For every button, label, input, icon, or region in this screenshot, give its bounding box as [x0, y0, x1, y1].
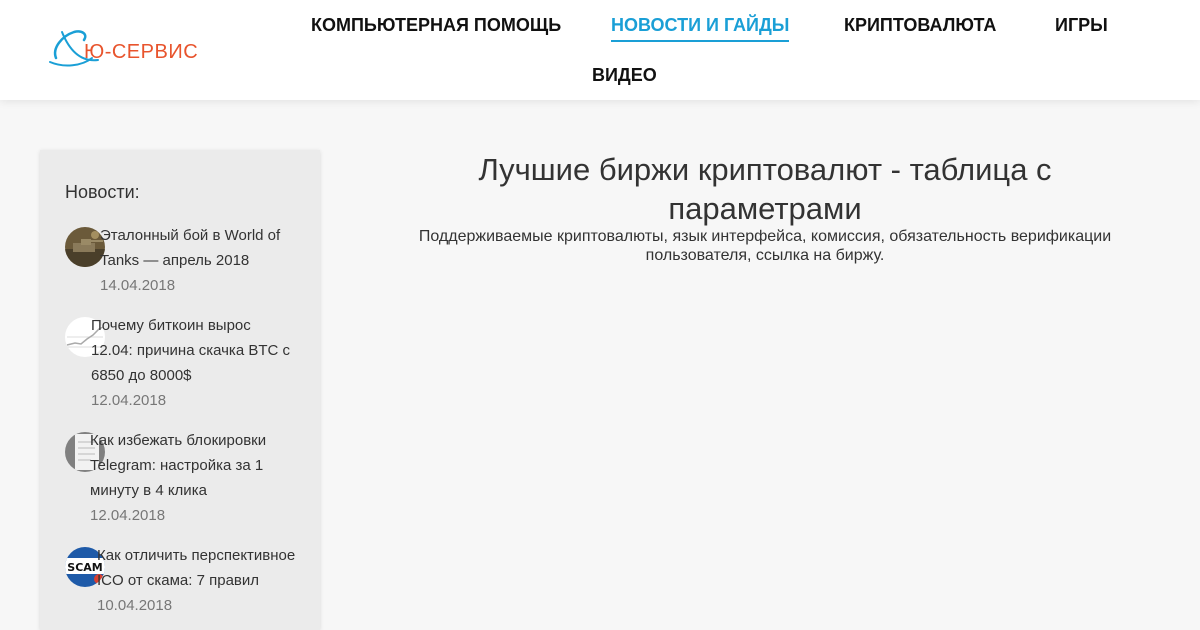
- tank-thumbnail-icon: [65, 227, 105, 267]
- nav-games[interactable]: ИГРЫ: [1055, 15, 1108, 36]
- news-item-date: 10.04.2018: [97, 597, 173, 614]
- nav-cryptocurrency[interactable]: КРИПТОВАЛЮТА: [844, 15, 996, 36]
- page-subtitle: Поддерживаемые криптовалюты, язык интерф…: [418, 228, 1112, 264]
- news-item-date: 12.04.2018: [90, 507, 166, 524]
- nav-computer-help[interactable]: КОМПЬЮТЕРНАЯ ПОМОЩЬ: [311, 15, 561, 36]
- sidebar-title: Новости:: [65, 182, 140, 202]
- nav-video[interactable]: ВИДЕО: [592, 65, 657, 86]
- site-header: Ю-СЕРВИС КОМПЬЮТЕРНАЯ ПОМОЩЬ НОВОСТИ И Г…: [0, 0, 1200, 100]
- news-item-title[interactable]: Как отличить перспективное ICO от скама:…: [97, 543, 297, 593]
- news-item-date: 14.04.2018: [100, 277, 176, 294]
- page-title: Лучшие биржи криптовалют - таблица с пар…: [478, 152, 1052, 226]
- news-item-title[interactable]: Почему биткоин вырос 12.04: причина скач…: [91, 313, 291, 388]
- news-item-title[interactable]: Как избежать блокировки Telegram: настро…: [90, 428, 290, 503]
- news-sidebar: Новости: Эталонный бой в World of Tanks …: [40, 150, 320, 630]
- nav-news-guides[interactable]: НОВОСТИ И ГАЙДЫ: [611, 15, 790, 42]
- main-navigation: КОМПЬЮТЕРНАЯ ПОМОЩЬ НОВОСТИ И ГАЙДЫ КРИП…: [0, 0, 1200, 100]
- news-item-date: 12.04.2018: [91, 392, 167, 409]
- news-item-title[interactable]: Эталонный бой в World of Tanks — апрель …: [100, 223, 300, 273]
